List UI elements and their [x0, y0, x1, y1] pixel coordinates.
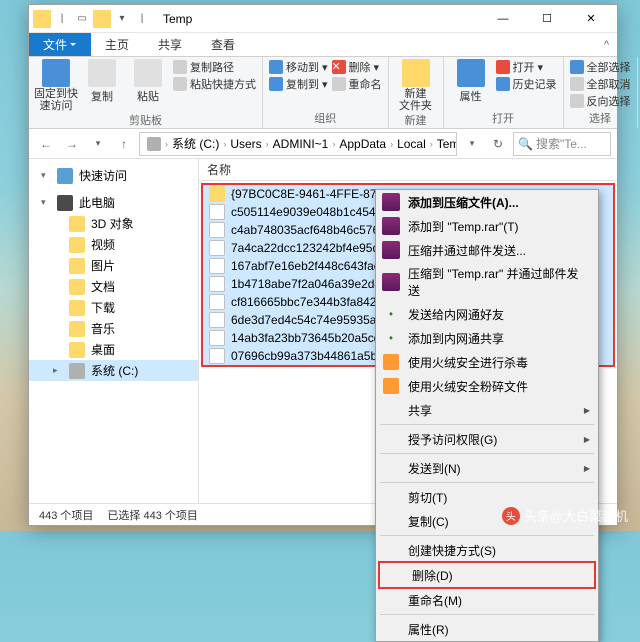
- nav-item[interactable]: 图片: [29, 255, 198, 276]
- forward-button[interactable]: →: [61, 133, 83, 155]
- nav-item[interactable]: 文档: [29, 276, 198, 297]
- moveto-button[interactable]: 移动到 ▾: [269, 59, 328, 75]
- tab-share[interactable]: 共享: [144, 33, 197, 56]
- copyto-button[interactable]: 复制到 ▾: [269, 76, 328, 92]
- breadcrumb[interactable]: ›系统 (C:)›Users›ADMINI~1›AppData›Local›Te…: [139, 132, 457, 156]
- maximize-button[interactable]: ☐: [525, 5, 569, 33]
- qat-dropdown-icon[interactable]: ▾: [113, 10, 131, 28]
- address-bar: ← → ▾ ↑ ›系统 (C:)›Users›ADMINI~1›AppData›…: [29, 129, 617, 159]
- breadcrumb-segment[interactable]: Temp: [434, 137, 457, 151]
- ribbon-collapse-icon[interactable]: ^: [596, 33, 617, 56]
- history-button[interactable]: 历史记录: [496, 76, 557, 92]
- context-menu-item[interactable]: 共享: [376, 398, 598, 422]
- status-selected: 已选择 443 个项目: [107, 507, 197, 523]
- watermark: 头 头条@大白菜装机: [502, 506, 628, 525]
- context-menu-item[interactable]: 创建快捷方式(S): [376, 538, 598, 562]
- nav-item[interactable]: ▸系统 (C:): [29, 360, 198, 381]
- open-button[interactable]: 打开 ▾: [496, 59, 557, 75]
- context-menu-item[interactable]: 添加到压缩文件(A)...: [376, 190, 598, 214]
- nav-thispc[interactable]: ▾此电脑: [29, 192, 198, 213]
- context-menu-item[interactable]: 添加到 "Temp.rar"(T): [376, 214, 598, 238]
- nav-quickaccess[interactable]: ▾快速访问: [29, 165, 198, 186]
- new-group-label: 新建: [395, 112, 437, 130]
- ribbon: 固定到快 速访问 复制 粘贴 复制路径 粘贴快捷方式 剪贴板 移动到 ▾ 复制到…: [29, 57, 617, 129]
- rename-button[interactable]: 重命名: [332, 76, 382, 92]
- invertselection-button[interactable]: 反向选择: [570, 93, 631, 109]
- pasteshortcut-button[interactable]: 粘贴快捷方式: [173, 76, 256, 92]
- nav-item[interactable]: 3D 对象: [29, 213, 198, 234]
- context-menu-item[interactable]: 使用火绒安全进行杀毒: [376, 350, 598, 374]
- tab-file[interactable]: 文件: [29, 33, 91, 56]
- nav-item[interactable]: 桌面: [29, 339, 198, 360]
- ribbon-tabs: 文件 主页 共享 查看 ^: [29, 33, 617, 57]
- context-menu-item[interactable]: 压缩到 "Temp.rar" 并通过邮件发送: [376, 262, 598, 302]
- context-menu-item[interactable]: 压缩并通过邮件发送...: [376, 238, 598, 262]
- recent-dropdown-icon[interactable]: ▾: [87, 133, 109, 155]
- select-group-label: 选择: [570, 110, 631, 128]
- breadcrumb-segment[interactable]: Local: [394, 137, 429, 151]
- copy-button[interactable]: 复制: [81, 59, 123, 104]
- titlebar: | ▭ ▾ | Temp — ☐ ✕: [29, 5, 617, 33]
- column-header-name[interactable]: 名称: [199, 159, 617, 181]
- qat-props-icon[interactable]: ▭: [73, 10, 91, 28]
- breadcrumb-segment[interactable]: ADMINI~1: [270, 137, 332, 151]
- newfolder-button[interactable]: 新建 文件夹: [395, 59, 437, 112]
- qat-sep2: |: [133, 10, 151, 28]
- refresh-button[interactable]: ↻: [487, 133, 509, 155]
- nav-item[interactable]: 音乐: [29, 318, 198, 339]
- window-title: Temp: [163, 12, 192, 26]
- context-menu-item[interactable]: 发送到(N): [376, 456, 598, 480]
- tab-view[interactable]: 查看: [197, 33, 250, 56]
- context-menu-item[interactable]: 使用火绒安全粉碎文件: [376, 374, 598, 398]
- pin-quickaccess-button[interactable]: 固定到快 速访问: [35, 59, 77, 112]
- context-menu-item[interactable]: 属性(R): [376, 617, 598, 641]
- qat-newfolder-icon[interactable]: [93, 10, 111, 28]
- minimize-button[interactable]: —: [481, 5, 525, 33]
- organize-group-label: 组织: [269, 110, 382, 128]
- folder-icon: [33, 10, 51, 28]
- search-input[interactable]: 🔍搜索"Te...: [513, 132, 611, 156]
- breadcrumb-dropdown-icon[interactable]: ▾: [461, 133, 483, 155]
- context-menu-item[interactable]: ⬩发送给内网通好友: [376, 302, 598, 326]
- qat-sep: |: [53, 10, 71, 28]
- up-button[interactable]: ↑: [113, 133, 135, 155]
- paste-button[interactable]: 粘贴: [127, 59, 169, 104]
- context-menu-item[interactable]: ⬩添加到内网通共享: [376, 326, 598, 350]
- selectnone-button[interactable]: 全部取消: [570, 76, 631, 92]
- nav-item[interactable]: 视频: [29, 234, 198, 255]
- open-group-label: 打开: [450, 110, 557, 128]
- context-menu: 添加到压缩文件(A)...添加到 "Temp.rar"(T)压缩并通过邮件发送.…: [375, 189, 599, 642]
- navigation-pane[interactable]: ▾快速访问 ▾此电脑 3D 对象视频图片文档下载音乐桌面▸系统 (C:): [29, 159, 199, 503]
- nav-item[interactable]: 下载: [29, 297, 198, 318]
- close-button[interactable]: ✕: [569, 5, 613, 33]
- delete-button[interactable]: ✕删除 ▾: [332, 59, 382, 75]
- breadcrumb-segment[interactable]: 系统 (C:): [169, 135, 222, 152]
- breadcrumb-segment[interactable]: AppData: [336, 137, 389, 151]
- watermark-icon: 头: [502, 507, 520, 525]
- tab-home[interactable]: 主页: [91, 33, 144, 56]
- breadcrumb-segment[interactable]: Users: [227, 137, 264, 151]
- context-menu-item[interactable]: 重命名(M): [376, 588, 598, 612]
- back-button[interactable]: ←: [35, 133, 57, 155]
- status-count: 443 个项目: [39, 507, 93, 523]
- context-menu-item[interactable]: 授予访问权限(G): [376, 427, 598, 451]
- copypath-button[interactable]: 复制路径: [173, 59, 256, 75]
- properties-button[interactable]: 属性: [450, 59, 492, 104]
- clipboard-group-label: 剪贴板: [35, 112, 256, 130]
- context-menu-item[interactable]: 删除(D): [380, 563, 594, 587]
- selectall-button[interactable]: 全部选择: [570, 59, 631, 75]
